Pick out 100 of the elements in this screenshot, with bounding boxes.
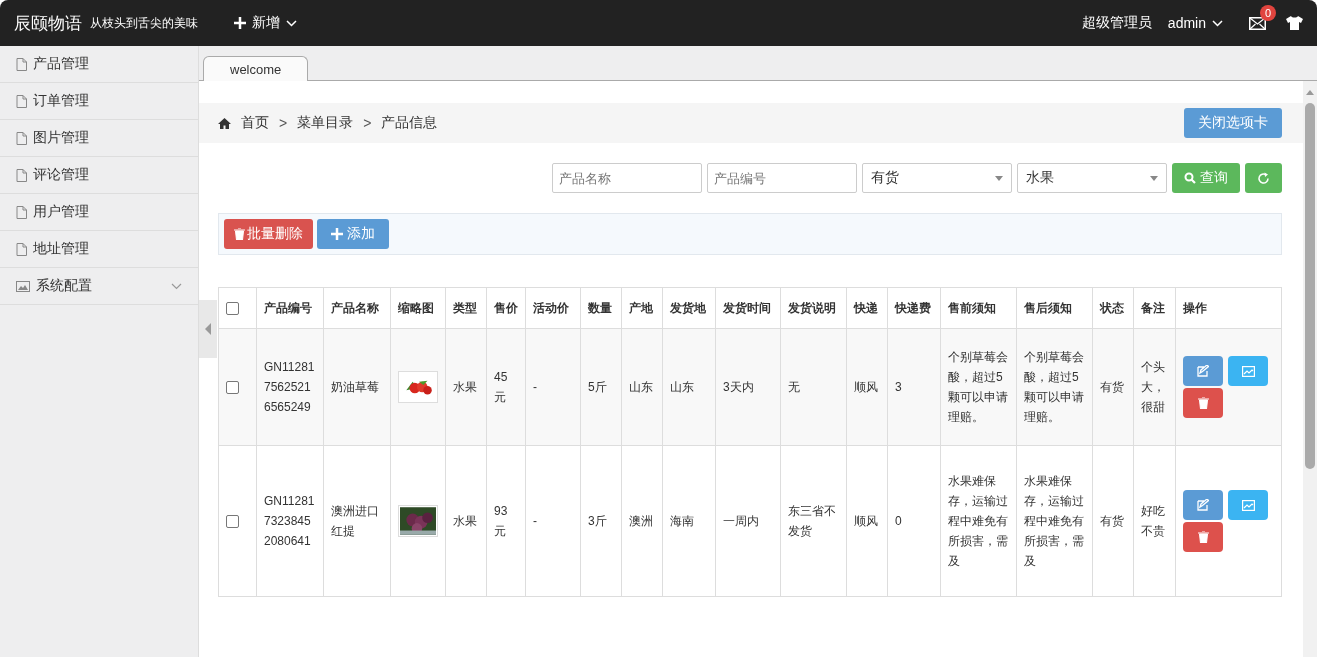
- shirt-icon[interactable]: [1286, 16, 1303, 30]
- table-cell: 个头大，很甜: [1133, 328, 1176, 446]
- sidebar-item[interactable]: 图片管理: [0, 120, 198, 157]
- image-icon: [16, 280, 30, 292]
- table-cell: 山东: [662, 328, 716, 446]
- file-icon: [16, 57, 27, 71]
- table-cell: 东三省不发货: [780, 445, 847, 597]
- mail-icon[interactable]: [1249, 16, 1266, 30]
- column-header: 产地: [621, 287, 663, 329]
- trash-icon: [234, 228, 245, 240]
- search-icon: [1184, 172, 1196, 184]
- column-header: 发货时间: [715, 287, 781, 329]
- breadcrumb-link[interactable]: 首页: [241, 114, 269, 132]
- delete-button[interactable]: [1183, 388, 1223, 418]
- user-menu[interactable]: admin: [1161, 14, 1229, 32]
- breadcrumb-link[interactable]: 产品信息: [381, 114, 438, 132]
- table-cell: 个别草莓会酸，超过5颗可以申请理赔。: [940, 328, 1017, 446]
- file-icon: [16, 94, 27, 108]
- edit-button[interactable]: [1183, 490, 1223, 520]
- table-cell: 澳洲: [621, 445, 663, 597]
- code-field[interactable]: 产品编号: [707, 163, 857, 193]
- new-menu[interactable]: 新增: [228, 13, 303, 33]
- table-cell: 奶油草莓: [323, 328, 391, 446]
- image-button[interactable]: [1228, 356, 1268, 386]
- file-icon: [16, 242, 27, 256]
- table-cell: 5斤: [580, 328, 622, 446]
- row-checkbox[interactable]: [226, 514, 239, 528]
- column-header: 售价: [486, 287, 526, 329]
- column-header: 操作: [1175, 287, 1282, 329]
- select-all-checkbox[interactable]: [226, 301, 239, 315]
- notification-badge: 0: [1260, 4, 1276, 21]
- table-cell: 水果: [445, 328, 487, 446]
- scrollbar[interactable]: [1303, 81, 1317, 657]
- collapse-handle[interactable]: [199, 300, 217, 358]
- table-cell: GN1128173238452080641: [256, 445, 324, 597]
- column-header: 快递费: [887, 287, 941, 329]
- table-cell: 一周内: [715, 445, 781, 597]
- app-logo: 辰颐物语: [14, 12, 82, 35]
- column-header: 售后须知: [1016, 287, 1093, 329]
- sidebar-item[interactable]: 用户管理: [0, 194, 198, 231]
- table-cell: 93元: [486, 445, 526, 597]
- table-cell: 有货: [1092, 328, 1134, 446]
- column-header: 产品名称: [323, 287, 391, 329]
- trash-icon: [1197, 531, 1209, 543]
- table-cell: 水果: [445, 445, 487, 597]
- table-cell: 顺风: [846, 445, 888, 597]
- table-cell: 个别草莓会酸，超过5颗可以申请理赔。: [1016, 328, 1093, 446]
- column-header: 缩略图: [390, 287, 446, 329]
- home-icon: [218, 117, 231, 129]
- sidebar-item[interactable]: 评论管理: [0, 157, 198, 194]
- plus-icon: [331, 228, 343, 240]
- image-icon: [1241, 365, 1255, 377]
- batch-delete-button[interactable]: 批量删除: [224, 219, 313, 249]
- sidebar-item[interactable]: 系统配置: [0, 268, 198, 305]
- refresh-button[interactable]: [1245, 163, 1282, 193]
- table-cell: 3: [887, 328, 941, 446]
- breadcrumb-link[interactable]: 菜单目录: [297, 114, 354, 132]
- table-cell: 无: [780, 328, 847, 446]
- column-header: 备注: [1133, 287, 1176, 329]
- table-cell: 3斤: [580, 445, 622, 597]
- delete-button[interactable]: [1183, 522, 1223, 552]
- file-icon: [16, 168, 27, 182]
- edit-icon: [1197, 499, 1209, 511]
- caret-icon: [995, 175, 1003, 181]
- slogan: 从枝头到舌尖的美味: [90, 14, 198, 32]
- sidebar-item[interactable]: 地址管理: [0, 231, 198, 268]
- plus-icon: [234, 17, 246, 29]
- user-role: 超级管理员: [1081, 14, 1152, 32]
- chevron-down-icon: [1212, 19, 1223, 27]
- table-cell: 0: [887, 445, 941, 597]
- breadcrumb-separator: >: [363, 115, 372, 131]
- table-cell: 有货: [1092, 445, 1134, 597]
- refresh-icon: [1257, 171, 1270, 185]
- edit-button[interactable]: [1183, 356, 1223, 386]
- table-cell: -: [525, 328, 581, 446]
- column-header: 活动价: [525, 287, 581, 329]
- sidebar-item[interactable]: 产品管理: [0, 46, 198, 83]
- tab[interactable]: welcome: [203, 56, 309, 81]
- chevron-down-icon: [286, 19, 297, 27]
- edit-icon: [1197, 365, 1209, 377]
- image-button[interactable]: [1228, 490, 1268, 520]
- table-cell: 澳洲进口红提: [323, 445, 391, 597]
- table-cell: 45元: [486, 328, 526, 446]
- category-select[interactable]: 水果: [1017, 163, 1167, 193]
- image-icon: [1241, 499, 1255, 511]
- name-field[interactable]: 产品名称: [552, 163, 702, 193]
- table-cell: 水果难保存，运输过程中难免有所损害，需及: [940, 445, 1017, 597]
- table-cell: 好吃不贵: [1133, 445, 1176, 597]
- table-cell: 山东: [621, 328, 663, 446]
- column-header: 发货地: [662, 287, 716, 329]
- column-header: 售前须知: [940, 287, 1017, 329]
- status-select[interactable]: 有货: [862, 163, 1012, 193]
- column-header: 产品编号: [256, 287, 324, 329]
- table-cell: 顺风: [846, 328, 888, 446]
- chevron-icon: [171, 282, 182, 290]
- file-icon: [16, 131, 27, 145]
- caret-icon: [1150, 175, 1158, 181]
- column-header: 类型: [445, 287, 487, 329]
- row-checkbox[interactable]: [226, 380, 239, 394]
- sidebar-item[interactable]: 订单管理: [0, 83, 198, 120]
